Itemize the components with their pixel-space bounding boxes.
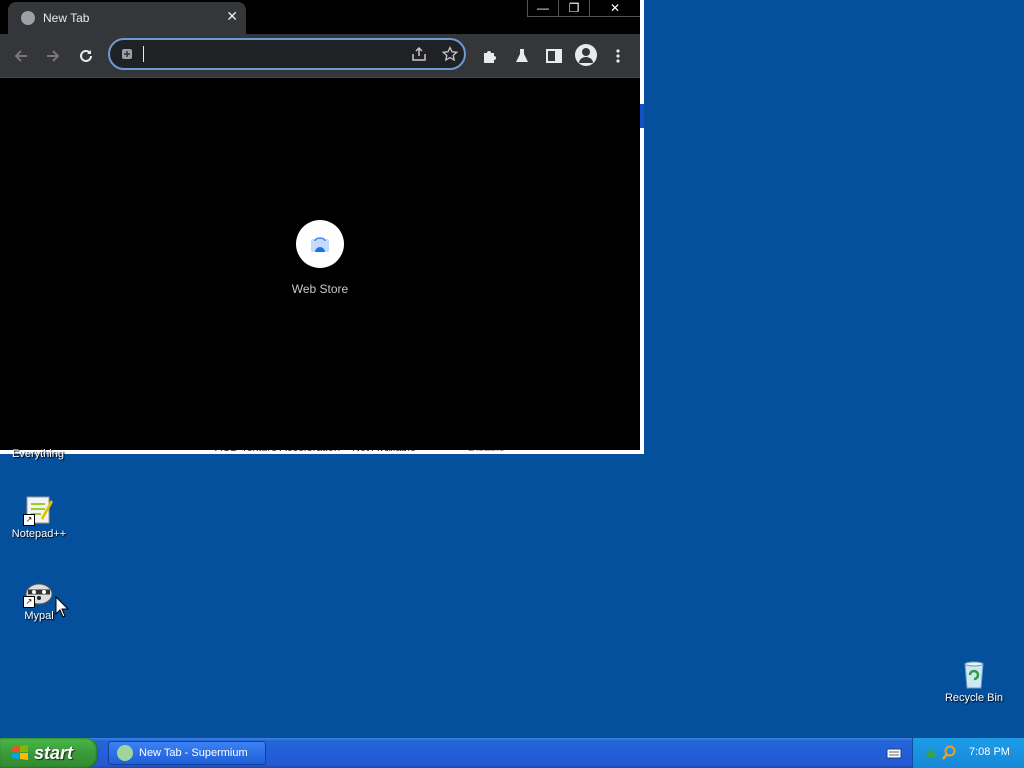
shortcut-label: Web Store (291, 282, 349, 296)
flask-icon (516, 49, 528, 62)
keyboard-icon[interactable] (886, 746, 902, 760)
puzzle-icon (484, 51, 496, 63)
text-caret (143, 46, 144, 62)
address-input[interactable] (142, 44, 406, 66)
person-icon (579, 48, 593, 63)
labs-button[interactable] (511, 45, 533, 67)
extension-page-icon (122, 49, 132, 59)
mouse-cursor-icon (55, 596, 69, 618)
reload-button[interactable] (75, 45, 97, 67)
taskbar: start New Tab - Supermium 7:08 PM (0, 738, 1024, 768)
browser-window: New Tab ✕ — ❐ ✕ Web Store (0, 0, 640, 450)
browser-titlebar: New Tab ✕ — ❐ ✕ (0, 0, 640, 34)
web-store-tile-icon (296, 220, 344, 268)
tab-title: New Tab (43, 11, 90, 25)
taskbar-button-label: New Tab - Supermium (139, 747, 248, 759)
side-panel-icon (546, 49, 562, 63)
window-controls: — ❐ ✕ (527, 0, 640, 18)
start-label: start (34, 742, 74, 763)
extensions-button[interactable] (479, 45, 501, 67)
new-tab-page: Web Store (0, 78, 640, 450)
desktop-icon-everything[interactable]: Everything (0, 448, 76, 460)
start-button[interactable]: start (0, 738, 98, 768)
taskbar-button-supermium[interactable]: New Tab - Supermium (108, 741, 266, 765)
notepadpp-icon: ↗ (23, 494, 55, 526)
desktop-icon-recycle-bin[interactable]: Recycle Bin (936, 658, 1012, 704)
shortcut-web-store[interactable]: Web Store (276, 220, 364, 310)
desktop-icon-label: Everything (12, 448, 64, 460)
forward-button[interactable] (42, 45, 64, 67)
bookmark-button[interactable] (441, 45, 459, 63)
menu-button[interactable] (607, 45, 629, 67)
restore-button[interactable]: ❐ (558, 0, 589, 17)
desktop-icon-label: Recycle Bin (944, 692, 1004, 704)
tab-new-tab[interactable]: New Tab ✕ (8, 2, 246, 34)
kebab-menu-icon (616, 49, 620, 63)
close-button[interactable]: ✕ (589, 0, 640, 17)
browser-toolbar (0, 34, 640, 78)
windows-flag-icon (12, 745, 28, 760)
desktop-icon-notepadpp[interactable]: ↗ Notepad++ (1, 494, 77, 540)
back-button[interactable] (10, 45, 32, 67)
globe-icon (21, 11, 35, 25)
star-icon (442, 46, 458, 62)
side-panel-button[interactable] (543, 45, 565, 67)
web-store-icon (311, 237, 329, 252)
search-icon[interactable] (941, 745, 957, 761)
share-button[interactable] (410, 45, 428, 63)
desktop-icon-label: Notepad++ (11, 528, 67, 540)
minimize-button[interactable]: — (527, 0, 558, 17)
profile-avatar[interactable] (575, 44, 597, 66)
share-icon (412, 46, 426, 61)
shortcut-arrow-icon: ↗ (23, 514, 35, 526)
system-tray: 7:08 PM (912, 738, 1024, 768)
shortcut-arrow-icon: ↗ (23, 596, 35, 608)
clock[interactable]: 7:08 PM (969, 746, 1010, 758)
address-bar[interactable] (108, 38, 466, 70)
recycle-bin-icon (958, 658, 990, 690)
reload-icon (80, 49, 92, 62)
arrow-right-icon (47, 50, 60, 62)
tab-close-icon[interactable]: ✕ (226, 8, 238, 25)
network-icon[interactable] (923, 745, 939, 761)
arrow-left-icon (14, 50, 27, 62)
supermium-icon (117, 745, 133, 761)
mypal-icon: ↗ (23, 576, 55, 608)
